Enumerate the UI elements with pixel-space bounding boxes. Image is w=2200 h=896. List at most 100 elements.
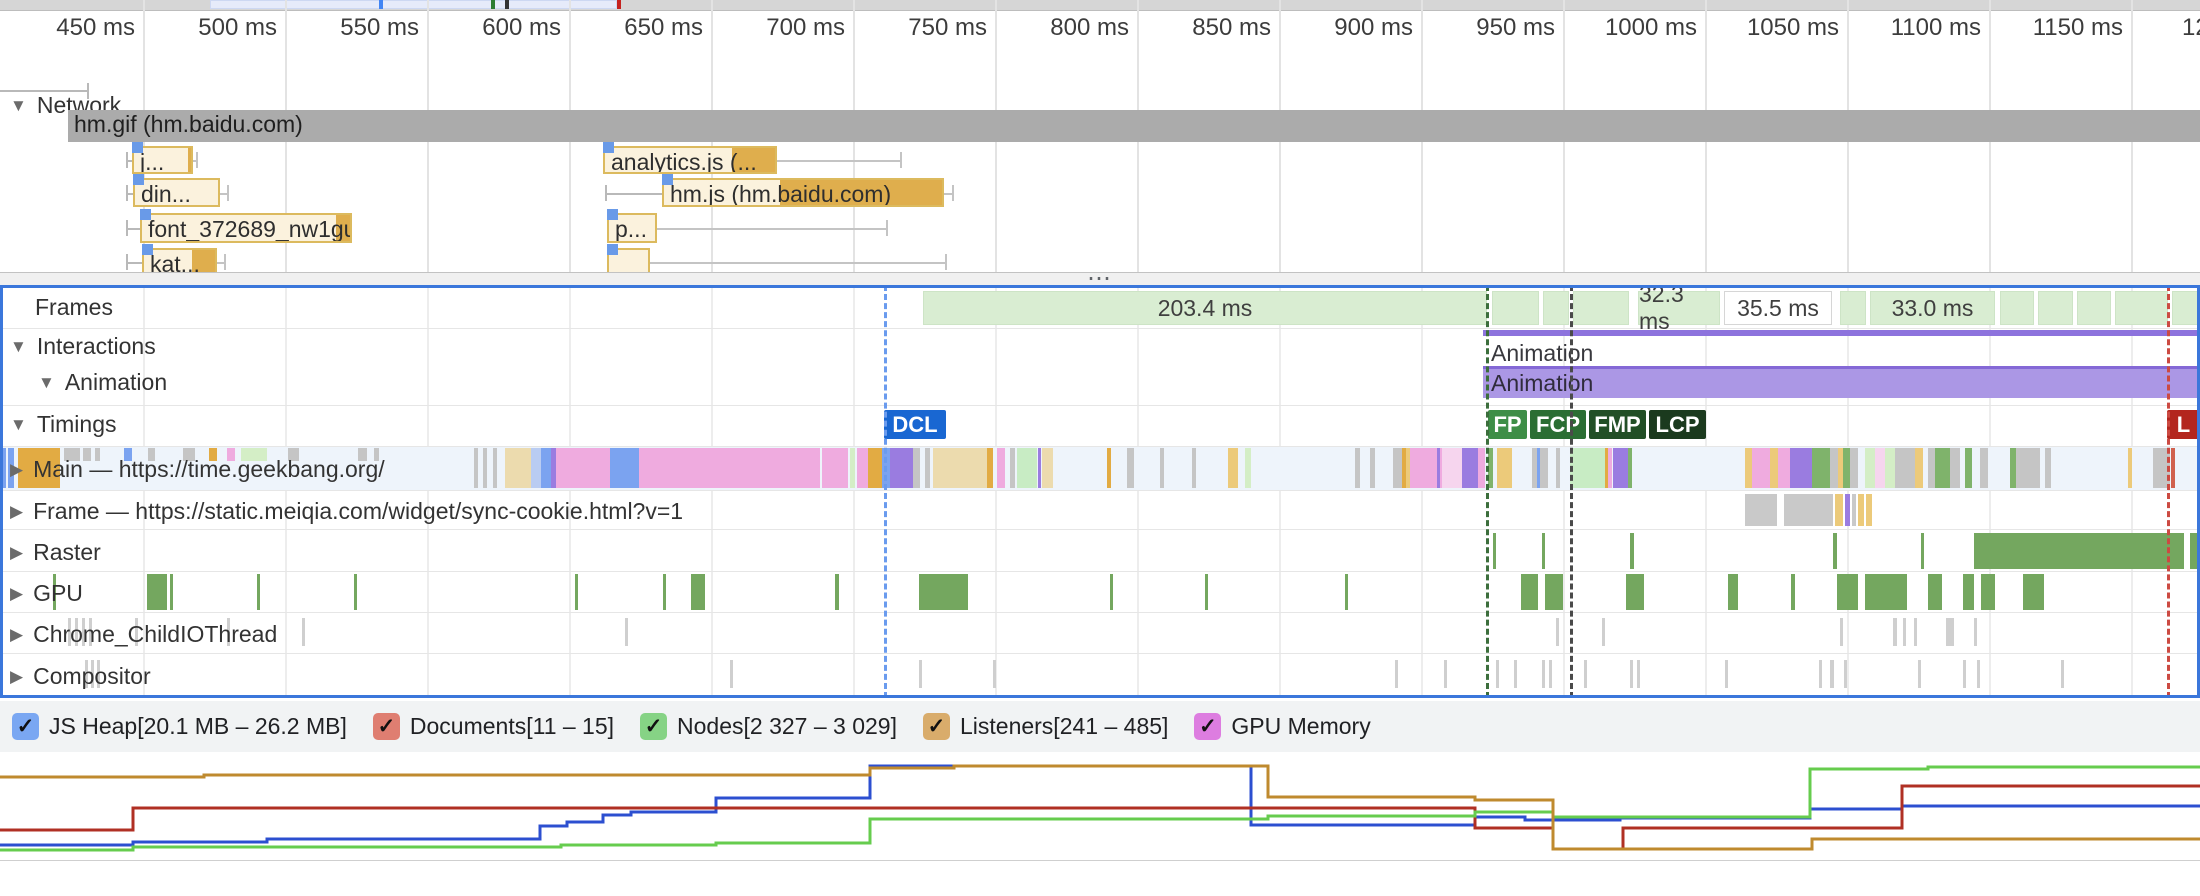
raster-activity-segment[interactable] bbox=[1833, 533, 1837, 569]
main-activity-segment[interactable] bbox=[1478, 448, 1485, 488]
interaction-whisker-bar[interactable] bbox=[1483, 330, 2200, 336]
timing-marker-fcp[interactable]: FCP bbox=[1530, 410, 1586, 439]
main-activity-segment[interactable] bbox=[1752, 448, 1770, 488]
frame-duration-bar[interactable]: 35.5 ms bbox=[1724, 291, 1832, 325]
track-label-frame[interactable]: ▶Frame — https://static.meiqia.com/widge… bbox=[10, 498, 683, 525]
main-activity-segment[interactable] bbox=[868, 448, 882, 488]
frame-duration-bar[interactable] bbox=[1543, 291, 1569, 325]
main-activity-segment[interactable] bbox=[2045, 448, 2051, 488]
main-activity-segment[interactable] bbox=[531, 448, 541, 488]
frame-activity-segment[interactable] bbox=[1845, 494, 1850, 526]
main-activity-segment[interactable] bbox=[890, 448, 913, 488]
main-activity-segment[interactable] bbox=[1628, 448, 1632, 488]
main-activity-segment[interactable] bbox=[933, 448, 987, 488]
main-activity-segment[interactable] bbox=[1442, 448, 1462, 488]
timing-marker-fp[interactable]: FP bbox=[1488, 410, 1527, 439]
timing-marker-dcl[interactable]: DCL bbox=[884, 410, 946, 439]
counter-checkbox[interactable]: ✓ bbox=[923, 713, 950, 740]
main-activity-segment[interactable] bbox=[2171, 448, 2175, 488]
counter-checkbox[interactable]: ✓ bbox=[1194, 713, 1221, 740]
main-activity-segment[interactable] bbox=[1497, 448, 1512, 488]
gpu-activity-segment[interactable] bbox=[1626, 574, 1644, 610]
gpu-activity-segment[interactable] bbox=[1110, 574, 1113, 610]
frame-duration-bar[interactable] bbox=[1573, 291, 1629, 325]
main-activity-segment[interactable] bbox=[1895, 448, 1915, 488]
main-activity-segment[interactable] bbox=[1850, 448, 1858, 488]
raster-activity-segment[interactable] bbox=[1921, 533, 1924, 569]
network-request-bar[interactable]: din... bbox=[133, 178, 220, 207]
main-activity-segment[interactable] bbox=[1228, 448, 1238, 488]
track-label-timings[interactable]: ▼Timings bbox=[10, 411, 117, 438]
main-activity-segment[interactable] bbox=[1540, 448, 1548, 488]
network-request-bar[interactable]: kat... bbox=[142, 248, 217, 272]
main-activity-segment[interactable] bbox=[1462, 448, 1478, 488]
main-activity-segment[interactable] bbox=[1042, 448, 1053, 488]
gpu-activity-segment[interactable] bbox=[1791, 574, 1795, 610]
animation-track-bar[interactable]: Animation bbox=[1483, 366, 2200, 398]
frame-activity-segment[interactable] bbox=[1745, 494, 1777, 526]
main-activity-segment[interactable] bbox=[1127, 448, 1134, 488]
main-activity-segment[interactable] bbox=[1865, 448, 1875, 488]
main-activity-segment[interactable] bbox=[987, 448, 993, 488]
frame-duration-bar[interactable] bbox=[2000, 291, 2034, 325]
timing-marker-fmp[interactable]: FMP bbox=[1589, 410, 1646, 439]
main-activity-segment[interactable] bbox=[2016, 448, 2030, 488]
track-label-raster[interactable]: ▶Raster bbox=[10, 539, 101, 566]
track-label-animation[interactable]: ▼Animation bbox=[38, 369, 167, 396]
gpu-activity-segment[interactable] bbox=[1963, 574, 1974, 610]
pane-resize-divider[interactable]: ⋯ bbox=[0, 272, 2200, 285]
main-activity-segment[interactable] bbox=[925, 448, 930, 488]
main-activity-segment[interactable] bbox=[1570, 448, 1605, 488]
main-activity-segment[interactable] bbox=[639, 448, 654, 488]
main-activity-segment[interactable] bbox=[1778, 448, 1790, 488]
main-activity-segment[interactable] bbox=[1950, 448, 1960, 488]
main-activity-segment[interactable] bbox=[1370, 448, 1375, 488]
main-activity-segment[interactable] bbox=[1608, 448, 1612, 488]
main-activity-segment[interactable] bbox=[1010, 448, 1015, 488]
gpu-activity-segment[interactable] bbox=[257, 574, 260, 610]
main-activity-segment[interactable] bbox=[1830, 448, 1838, 488]
counter-checkbox[interactable]: ✓ bbox=[640, 713, 667, 740]
main-activity-segment[interactable] bbox=[850, 448, 855, 488]
frame-duration-bar[interactable]: 32.3 ms bbox=[1638, 291, 1720, 325]
main-activity-segment[interactable] bbox=[1745, 448, 1752, 488]
gpu-activity-segment[interactable] bbox=[1545, 574, 1563, 610]
raster-activity-segment[interactable] bbox=[1493, 533, 1496, 569]
main-activity-segment[interactable] bbox=[1245, 448, 1251, 488]
gpu-activity-segment[interactable] bbox=[835, 574, 839, 610]
gpu-activity-segment[interactable] bbox=[691, 574, 705, 610]
timing-marker-lcp[interactable]: LCP bbox=[1649, 410, 1706, 439]
frame-activity-segment[interactable] bbox=[1835, 494, 1843, 526]
gpu-activity-segment[interactable] bbox=[919, 574, 968, 610]
frame-duration-bar[interactable] bbox=[2077, 291, 2111, 325]
gpu-activity-segment[interactable] bbox=[663, 574, 666, 610]
gpu-activity-segment[interactable] bbox=[1205, 574, 1208, 610]
frame-activity-segment[interactable] bbox=[1866, 494, 1872, 526]
memory-counters-chart[interactable] bbox=[0, 752, 2200, 861]
main-activity-segment[interactable] bbox=[1915, 448, 1923, 488]
main-activity-segment[interactable] bbox=[1393, 448, 1402, 488]
main-activity-segment[interactable] bbox=[1613, 448, 1628, 488]
gpu-activity-segment[interactable] bbox=[1345, 574, 1348, 610]
main-activity-segment[interactable] bbox=[493, 448, 497, 488]
main-activity-segment[interactable] bbox=[1812, 448, 1830, 488]
main-activity-segment[interactable] bbox=[1965, 448, 1972, 488]
track-label-interactions[interactable]: ▼Interactions bbox=[10, 333, 156, 360]
track-label-main[interactable]: ▶Main — https://time.geekbang.org/ bbox=[10, 456, 385, 483]
main-activity-segment[interactable] bbox=[654, 448, 820, 488]
gpu-activity-segment[interactable] bbox=[1521, 574, 1538, 610]
main-activity-segment[interactable] bbox=[1935, 448, 1950, 488]
main-activity-segment[interactable] bbox=[822, 448, 848, 488]
gpu-activity-segment[interactable] bbox=[1865, 574, 1907, 610]
main-activity-segment[interactable] bbox=[541, 448, 551, 488]
main-activity-segment[interactable] bbox=[997, 448, 1005, 488]
main-activity-segment[interactable] bbox=[1192, 448, 1196, 488]
main-activity-segment[interactable] bbox=[1355, 448, 1360, 488]
gpu-activity-segment[interactable] bbox=[2023, 574, 2044, 610]
network-request-bar[interactable]: analytics.js (... bbox=[603, 146, 777, 174]
main-activity-segment[interactable] bbox=[1770, 448, 1778, 488]
main-activity-segment[interactable] bbox=[913, 448, 920, 488]
main-activity-segment[interactable] bbox=[1160, 448, 1164, 488]
frame-duration-bar[interactable] bbox=[2115, 291, 2168, 325]
main-activity-segment[interactable] bbox=[1875, 448, 1885, 488]
